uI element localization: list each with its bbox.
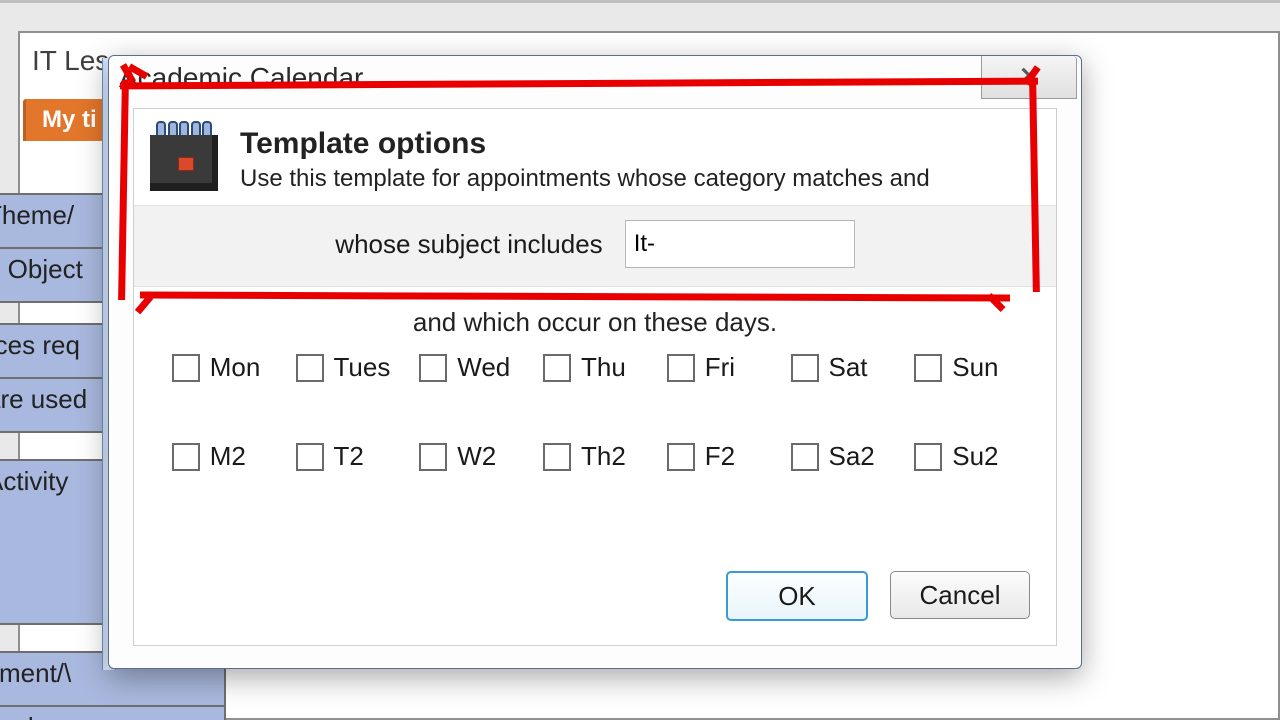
dialog-title: Academic Calendar: [119, 62, 363, 93]
side-row: work: [0, 705, 226, 720]
days-caption: and which occur on these days.: [134, 307, 1056, 338]
checkbox-fri[interactable]: Fri: [667, 352, 771, 383]
checkbox-su2[interactable]: Su2: [914, 441, 1018, 472]
close-button[interactable]: ✕: [981, 56, 1077, 99]
checkbox-sat[interactable]: Sat: [791, 352, 895, 383]
checkbox-w2[interactable]: W2: [419, 441, 523, 472]
dialog-titlebar[interactable]: Academic Calendar ✕: [109, 56, 1081, 100]
checkbox-thu[interactable]: Thu: [543, 352, 647, 383]
dialog-body: Template options Use this template for a…: [133, 108, 1057, 646]
dialog-header: Template options Use this template for a…: [134, 109, 1056, 205]
checkbox-sun[interactable]: Sun: [914, 352, 1018, 383]
ok-button[interactable]: OK: [726, 571, 868, 621]
checkbox-m2[interactable]: M2: [172, 441, 276, 472]
header-description: Use this template for appointments whose…: [240, 165, 930, 193]
subject-label: whose subject includes: [335, 229, 602, 260]
template-icon: [150, 123, 218, 191]
days-row-1: Mon Tues Wed Thu Fri Sat Sun: [134, 352, 1056, 383]
header-title: Template options: [240, 127, 930, 161]
checkbox-mon[interactable]: Mon: [172, 352, 276, 383]
close-icon: ✕: [1019, 55, 1039, 99]
checkbox-sa2[interactable]: Sa2: [791, 441, 895, 472]
days-row-2: M2 T2 W2 Th2 F2 Sa2 Su2: [134, 441, 1056, 472]
dialog-button-row: OK Cancel: [726, 571, 1030, 621]
tab-my-timetable[interactable]: My ti: [23, 99, 113, 141]
template-options-dialog: Academic Calendar ✕ Template options Use…: [108, 55, 1082, 669]
checkbox-wed[interactable]: Wed: [419, 352, 523, 383]
subject-filter-row: whose subject includes: [134, 205, 1056, 287]
subject-input[interactable]: [625, 220, 855, 268]
checkbox-th2[interactable]: Th2: [543, 441, 647, 472]
checkbox-t2[interactable]: T2: [296, 441, 400, 472]
checkbox-f2[interactable]: F2: [667, 441, 771, 472]
checkbox-tues[interactable]: Tues: [296, 352, 400, 383]
cancel-button[interactable]: Cancel: [890, 571, 1030, 619]
